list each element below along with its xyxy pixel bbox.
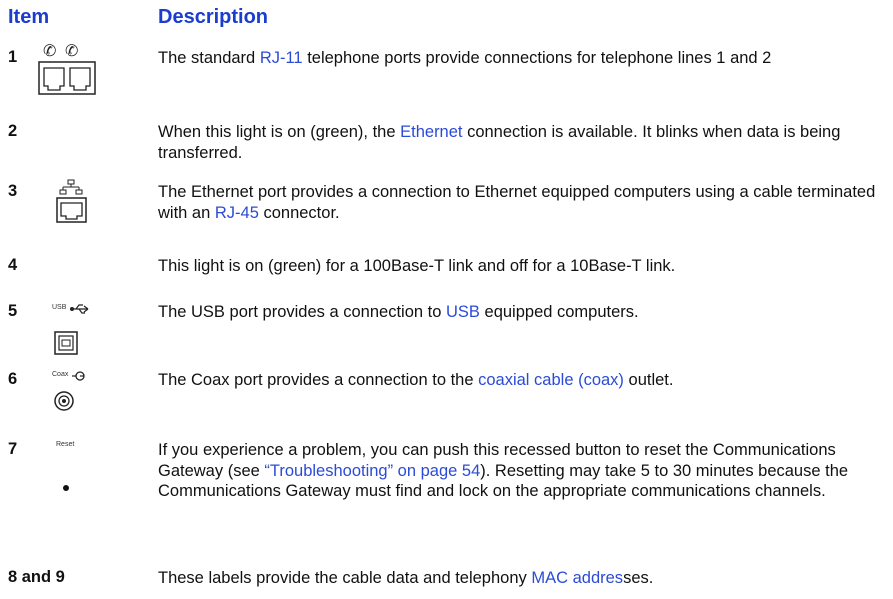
rj11-telephone-ports-icon: ✆ ✆ xyxy=(38,40,98,103)
description-row-3: The Ethernet port provides a connection … xyxy=(158,183,876,222)
reset-hole-dot xyxy=(63,485,69,491)
link-ethernet[interactable]: Ethernet xyxy=(400,123,462,141)
item-number-1: 1 xyxy=(8,48,18,66)
link-troubleshooting[interactable]: “Troubleshooting” on page 54 xyxy=(264,462,480,480)
item-number-7: 7 xyxy=(8,440,18,458)
link-usb[interactable]: USB xyxy=(446,303,480,321)
item-number-5: 5 xyxy=(8,302,18,320)
item-number-2: 2 xyxy=(8,122,18,140)
description-column-header: Description xyxy=(158,6,269,28)
item-number-4: 4 xyxy=(8,256,18,274)
link-rj-45[interactable]: RJ-45 xyxy=(215,204,259,222)
item-number-3: 3 xyxy=(8,182,18,200)
link-rj-11[interactable]: RJ-11 xyxy=(260,49,303,67)
reset-button-icon: Reset xyxy=(56,441,96,497)
svg-text:✆: ✆ xyxy=(65,41,78,60)
item-number-6: 6 xyxy=(8,370,18,388)
description-row-8-and-9: These labels provide the cable data and … xyxy=(158,569,654,587)
svg-text:✆: ✆ xyxy=(43,41,56,60)
description-row-4: This light is on (green) for a 100Base-T… xyxy=(158,257,676,275)
link-mac-address[interactable]: MAC addres xyxy=(531,569,623,587)
reset-icon-label: Reset xyxy=(56,441,75,448)
link-coaxial-cable[interactable]: coaxial cable (coax) xyxy=(478,371,624,389)
description-row-6: The Coax port provides a connection to t… xyxy=(158,371,674,389)
description-row-7: If you experience a problem, you can pus… xyxy=(158,441,849,500)
description-row-5: The USB port provides a connection to US… xyxy=(158,303,639,321)
item-number-8-and-9: 8 and 9 xyxy=(8,568,65,586)
item-column-header: Item xyxy=(8,6,50,28)
description-row-2: When this light is on (green), the Ether… xyxy=(158,123,841,162)
description-row-1: The standard RJ-11 telephone ports provi… xyxy=(158,49,772,67)
ethernet-port-icon xyxy=(56,178,88,229)
